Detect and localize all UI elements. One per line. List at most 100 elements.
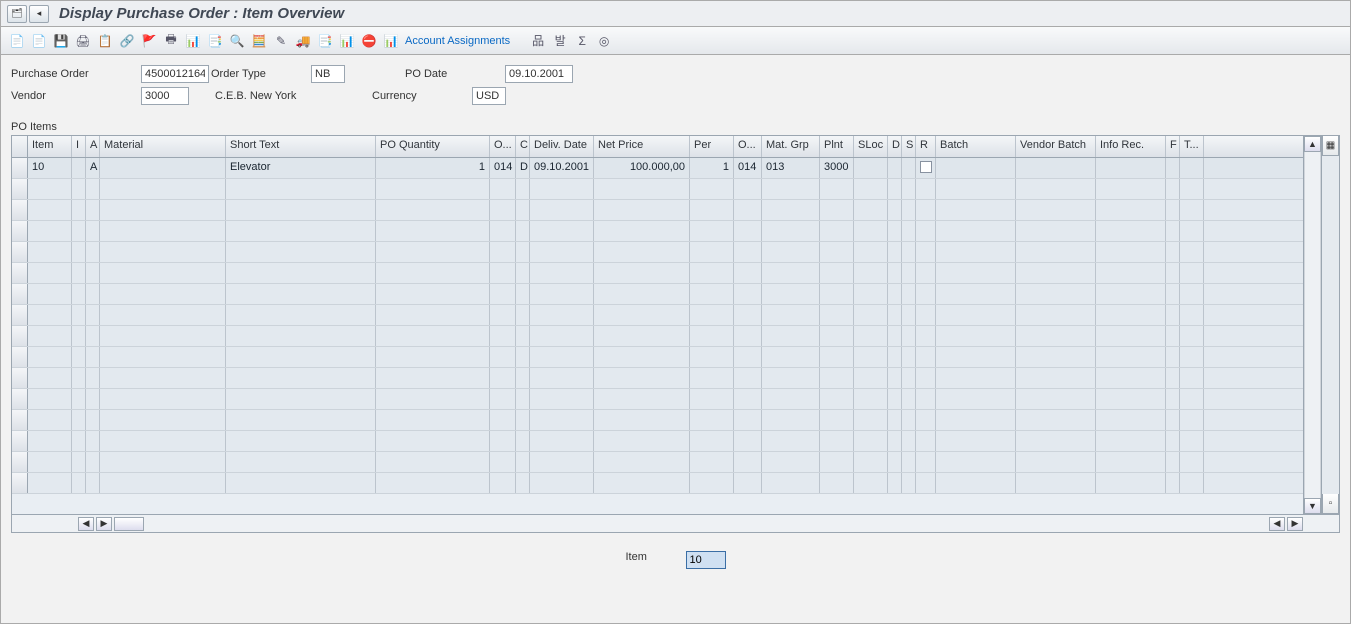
- cell-mgrp[interactable]: [762, 200, 820, 220]
- cell-batch[interactable]: [936, 389, 1016, 409]
- cell-po_qty[interactable]: [376, 221, 490, 241]
- cell-batch[interactable]: [936, 326, 1016, 346]
- cell-c[interactable]: [516, 221, 530, 241]
- cell-i[interactable]: [72, 221, 86, 241]
- cell-s[interactable]: [902, 242, 916, 262]
- cell-mgrp[interactable]: 013: [762, 158, 820, 178]
- cell-f[interactable]: [1166, 221, 1180, 241]
- cell-oun[interactable]: [490, 347, 516, 367]
- cell-i[interactable]: [72, 473, 86, 493]
- cell-d[interactable]: [888, 221, 902, 241]
- cell-short_text[interactable]: [226, 347, 376, 367]
- cell-deliv[interactable]: [530, 221, 594, 241]
- cell-c[interactable]: [516, 452, 530, 472]
- cell-s[interactable]: [902, 284, 916, 304]
- cell-t[interactable]: [1180, 326, 1204, 346]
- cell-vbatch[interactable]: [1016, 368, 1096, 388]
- cell-opu[interactable]: [734, 284, 762, 304]
- cell-f[interactable]: [1166, 368, 1180, 388]
- row-selector[interactable]: [12, 326, 28, 346]
- cell-c[interactable]: [516, 410, 530, 430]
- cell-info[interactable]: [1096, 347, 1166, 367]
- row-selector[interactable]: [12, 305, 28, 325]
- cell-mgrp[interactable]: [762, 284, 820, 304]
- cell-per[interactable]: [690, 368, 734, 388]
- col-deliv-date[interactable]: Deliv. Date: [530, 136, 594, 157]
- col-s[interactable]: S: [902, 136, 916, 157]
- tb-other-doc-icon[interactable]: 📄: [29, 31, 49, 51]
- cell-c[interactable]: D: [516, 158, 530, 178]
- tb-extra-b-icon[interactable]: 발: [550, 31, 570, 51]
- cell-a[interactable]: [86, 431, 100, 451]
- cell-f[interactable]: [1166, 200, 1180, 220]
- cell-material[interactable]: [100, 284, 226, 304]
- cell-plnt[interactable]: [820, 284, 854, 304]
- cell-s[interactable]: [902, 389, 916, 409]
- cell-info[interactable]: [1096, 200, 1166, 220]
- cell-po_qty[interactable]: [376, 473, 490, 493]
- cell-item[interactable]: [28, 410, 72, 430]
- tb-analysis-icon[interactable]: 📊: [381, 31, 401, 51]
- grid-config-icon[interactable]: ▦: [1322, 136, 1339, 156]
- cell-i[interactable]: [72, 431, 86, 451]
- cell-oun[interactable]: [490, 410, 516, 430]
- cell-a[interactable]: [86, 410, 100, 430]
- cell-batch[interactable]: [936, 200, 1016, 220]
- cell-d[interactable]: [888, 389, 902, 409]
- cell-short_text[interactable]: [226, 389, 376, 409]
- cell-d[interactable]: [888, 200, 902, 220]
- cell-a[interactable]: A: [86, 158, 100, 178]
- cell-net[interactable]: [594, 284, 690, 304]
- cell-item[interactable]: 10: [28, 158, 72, 178]
- table-row[interactable]: 10AElevator1014D09.10.2001100.000,001014…: [12, 158, 1303, 179]
- cell-vbatch[interactable]: [1016, 452, 1096, 472]
- table-row[interactable]: [12, 179, 1303, 200]
- cell-item[interactable]: [28, 305, 72, 325]
- cell-per[interactable]: [690, 284, 734, 304]
- cell-net[interactable]: [594, 326, 690, 346]
- cell-net[interactable]: 100.000,00: [594, 158, 690, 178]
- cell-a[interactable]: [86, 242, 100, 262]
- row-selector[interactable]: [12, 221, 28, 241]
- cell-sloc[interactable]: [854, 473, 888, 493]
- cell-opu[interactable]: [734, 242, 762, 262]
- tb-extra-c-icon[interactable]: ◎: [594, 31, 614, 51]
- cell-batch[interactable]: [936, 284, 1016, 304]
- cell-c[interactable]: [516, 242, 530, 262]
- cell-mgrp[interactable]: [762, 221, 820, 241]
- table-row[interactable]: [12, 368, 1303, 389]
- cell-deliv[interactable]: [530, 347, 594, 367]
- cell-plnt[interactable]: [820, 452, 854, 472]
- cell-po_qty[interactable]: [376, 242, 490, 262]
- cell-po_qty[interactable]: [376, 305, 490, 325]
- cell-r[interactable]: [916, 158, 936, 178]
- cell-r[interactable]: [916, 431, 936, 451]
- cell-net[interactable]: [594, 200, 690, 220]
- tb-edit-icon[interactable]: ✎: [271, 31, 291, 51]
- col-c[interactable]: C: [516, 136, 530, 157]
- cell-f[interactable]: [1166, 284, 1180, 304]
- cell-plnt[interactable]: [820, 179, 854, 199]
- cell-material[interactable]: [100, 221, 226, 241]
- cell-a[interactable]: [86, 389, 100, 409]
- cell-c[interactable]: [516, 305, 530, 325]
- cell-i[interactable]: [72, 200, 86, 220]
- cell-item[interactable]: [28, 347, 72, 367]
- grid-vertical-scrollbar[interactable]: ▲ ▼: [1303, 136, 1321, 514]
- cell-r[interactable]: [916, 410, 936, 430]
- cell-s[interactable]: [902, 179, 916, 199]
- cell-a[interactable]: [86, 200, 100, 220]
- cell-d[interactable]: [888, 179, 902, 199]
- cell-i[interactable]: [72, 389, 86, 409]
- cell-c[interactable]: [516, 200, 530, 220]
- cell-t[interactable]: [1180, 221, 1204, 241]
- cell-deliv[interactable]: [530, 452, 594, 472]
- cell-short_text[interactable]: [226, 473, 376, 493]
- cell-t[interactable]: [1180, 158, 1204, 178]
- cell-sloc[interactable]: [854, 242, 888, 262]
- cell-short_text[interactable]: [226, 179, 376, 199]
- cell-plnt[interactable]: [820, 221, 854, 241]
- cell-vbatch[interactable]: [1016, 305, 1096, 325]
- po-date-field[interactable]: [505, 65, 573, 83]
- cell-material[interactable]: [100, 179, 226, 199]
